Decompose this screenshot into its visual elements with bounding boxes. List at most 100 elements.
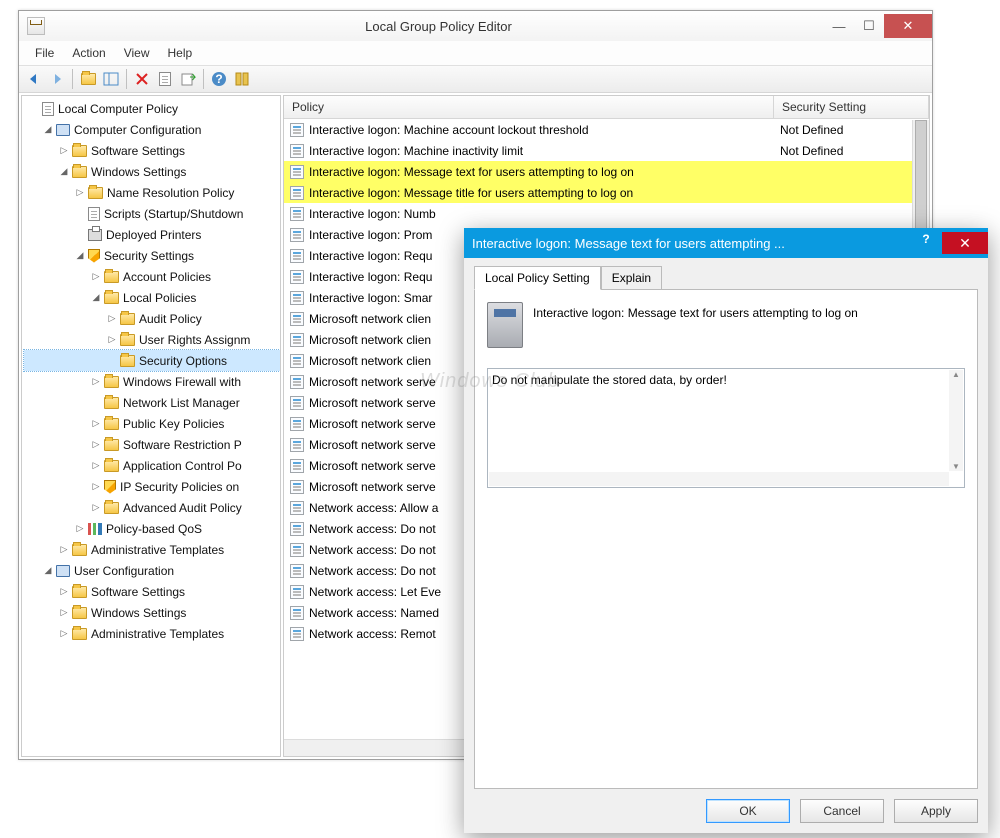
tree-srp[interactable]: ▷Software Restriction P	[24, 434, 280, 455]
expand-icon[interactable]: ▷	[58, 586, 70, 598]
expand-icon[interactable]: ▷	[90, 439, 102, 451]
textarea-vertical-scrollbar[interactable]	[949, 370, 963, 471]
folder-icon	[72, 544, 87, 556]
tree-u-windows[interactable]: ▷Windows Settings	[24, 602, 280, 623]
menu-view[interactable]: View	[116, 44, 158, 62]
expand-icon[interactable]	[74, 208, 86, 220]
tree-windows-firewall[interactable]: ▷Windows Firewall with	[24, 371, 280, 392]
expand-icon[interactable]: ▷	[90, 460, 102, 472]
menu-action[interactable]: Action	[64, 44, 113, 62]
policy-row[interactable]: Interactive logon: Machine inactivity li…	[284, 140, 929, 161]
maximize-button[interactable]: ☐	[854, 14, 884, 38]
close-button[interactable]: ✕	[884, 14, 932, 38]
tree-audit-policy[interactable]: ▷Audit Policy	[24, 308, 280, 329]
policy-setting: Not Defined	[774, 144, 929, 158]
tree-user-configuration[interactable]: ◢User Configuration	[24, 560, 280, 581]
expand-icon[interactable]	[74, 229, 86, 241]
tree-local-policies[interactable]: ◢ Local Policies	[24, 287, 280, 308]
shield-icon	[88, 249, 100, 263]
collapse-icon[interactable]: ◢	[90, 292, 102, 304]
properties-button[interactable]	[154, 68, 176, 90]
folder-icon	[104, 418, 119, 430]
dialog-close-button[interactable]: ✕	[942, 232, 988, 254]
refresh-button[interactable]	[231, 68, 253, 90]
properties-dialog: Interactive logon: Message text for user…	[464, 228, 988, 833]
dialog-help-button[interactable]: ?	[910, 232, 942, 254]
tree-user-rights[interactable]: ▷ User Rights Assignm	[24, 329, 280, 350]
message-text-field[interactable]	[492, 373, 944, 483]
expand-icon[interactable]: ▷	[90, 271, 102, 283]
tree-scripts[interactable]: Scripts (Startup/Shutdown	[24, 203, 280, 224]
policy-item-icon	[290, 249, 304, 263]
apply-button[interactable]: Apply	[894, 799, 978, 823]
back-button[interactable]	[23, 68, 45, 90]
minimize-button[interactable]: —	[824, 14, 854, 38]
ok-button[interactable]: OK	[706, 799, 790, 823]
menu-help[interactable]: Help	[160, 44, 201, 62]
expand-icon[interactable]: ▷	[74, 523, 86, 535]
policy-row[interactable]: Interactive logon: Machine account locko…	[284, 119, 929, 140]
tab-explain[interactable]: Explain	[601, 266, 662, 290]
column-security-setting[interactable]: Security Setting	[774, 96, 929, 118]
app-icon	[27, 17, 45, 35]
export-button[interactable]	[177, 68, 199, 90]
collapse-icon[interactable]: ◢	[74, 250, 86, 262]
tree-windows-settings[interactable]: ◢Windows Settings	[24, 161, 280, 182]
up-button[interactable]	[77, 68, 99, 90]
policy-row[interactable]: Interactive logon: Message text for user…	[284, 161, 929, 182]
tree-label: Local Policies	[123, 291, 196, 305]
tree-label: User Rights Assignm	[139, 333, 250, 347]
collapse-icon[interactable]: ◢	[58, 166, 70, 178]
policy-item-icon	[290, 228, 304, 242]
cancel-button[interactable]: Cancel	[800, 799, 884, 823]
show-hide-tree-button[interactable]	[100, 68, 122, 90]
tree-nlm[interactable]: Network List Manager	[24, 392, 280, 413]
expand-icon[interactable]: ▷	[106, 334, 118, 346]
forward-button[interactable]	[46, 68, 68, 90]
expand-icon[interactable]	[106, 355, 118, 367]
tree-account-policies[interactable]: ▷Account Policies	[24, 266, 280, 287]
tree-acp[interactable]: ▷Application Control Po	[24, 455, 280, 476]
tree-ipsec[interactable]: ▷IP Security Policies on	[24, 476, 280, 497]
expand-icon[interactable]: ▷	[58, 607, 70, 619]
folder-icon	[104, 292, 119, 304]
tree-admin-templates[interactable]: ▷Administrative Templates	[24, 539, 280, 560]
policy-name: Interactive logon: Message text for user…	[309, 165, 634, 179]
expand-icon[interactable]: ▷	[90, 418, 102, 430]
policy-row[interactable]: Interactive logon: Numb	[284, 203, 929, 224]
tree-name-resolution-policy[interactable]: ▷Name Resolution Policy	[24, 182, 280, 203]
textarea-horizontal-scrollbar[interactable]	[489, 472, 949, 486]
tree-u-admin[interactable]: ▷Administrative Templates	[24, 623, 280, 644]
expand-icon[interactable]: ▷	[58, 544, 70, 556]
expand-icon[interactable]: ▷	[74, 187, 86, 199]
tree-computer-configuration[interactable]: ◢Computer Configuration	[24, 119, 280, 140]
collapse-icon[interactable]	[28, 103, 40, 115]
column-policy[interactable]: Policy	[284, 96, 774, 118]
tree-root[interactable]: Local Computer Policy	[24, 98, 280, 119]
tree-pkp[interactable]: ▷Public Key Policies	[24, 413, 280, 434]
expand-icon[interactable]: ▷	[58, 145, 70, 157]
delete-button[interactable]	[131, 68, 153, 90]
expand-icon[interactable]: ▷	[90, 502, 102, 514]
expand-icon[interactable]: ▷	[106, 313, 118, 325]
tree-u-software[interactable]: ▷Software Settings	[24, 581, 280, 602]
expand-icon[interactable]: ▷	[90, 376, 102, 388]
expand-icon[interactable]: ▷	[58, 628, 70, 640]
collapse-icon[interactable]: ◢	[42, 565, 54, 577]
expand-icon[interactable]	[90, 397, 102, 409]
tab-local-policy-setting[interactable]: Local Policy Setting	[474, 266, 601, 290]
tree-deployed-printers[interactable]: Deployed Printers	[24, 224, 280, 245]
svg-text:?: ?	[215, 72, 222, 86]
tree-qos[interactable]: ▷Policy-based QoS	[24, 518, 280, 539]
help-button[interactable]: ?	[208, 68, 230, 90]
expand-icon[interactable]: ▷	[90, 481, 102, 493]
dialog-buttons: OK Cancel Apply	[474, 799, 978, 823]
tree-security-options[interactable]: Security Options	[24, 350, 280, 371]
menu-file[interactable]: File	[27, 44, 62, 62]
collapse-icon[interactable]: ◢	[42, 124, 54, 136]
tree-software-settings[interactable]: ▷Software Settings	[24, 140, 280, 161]
tree-pane[interactable]: Local Computer Policy ◢Computer Configur…	[21, 95, 281, 757]
policy-row[interactable]: Interactive logon: Message title for use…	[284, 182, 929, 203]
tree-aap[interactable]: ▷Advanced Audit Policy	[24, 497, 280, 518]
tree-security-settings[interactable]: ◢Security Settings	[24, 245, 280, 266]
